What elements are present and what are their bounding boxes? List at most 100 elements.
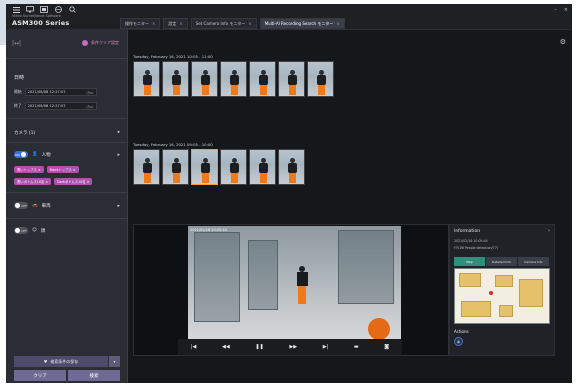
globe-icon[interactable] bbox=[54, 6, 62, 13]
tab-settings[interactable]: 設定 × bbox=[163, 18, 188, 29]
toggle-knob bbox=[15, 228, 21, 233]
close-window-icon[interactable]: × bbox=[564, 7, 568, 13]
close-icon[interactable]: × bbox=[179, 21, 182, 26]
tab-multi-ai-search[interactable]: Multi-AI Recording Search モニター × bbox=[259, 18, 345, 29]
calendar-icon[interactable]: ◷▭ bbox=[86, 104, 93, 109]
person-toggle[interactable]: ON bbox=[14, 151, 28, 158]
rewind-icon[interactable]: ◀◀ bbox=[222, 344, 230, 350]
glass-door bbox=[194, 232, 240, 322]
person-torso bbox=[143, 163, 152, 173]
menu-icon[interactable] bbox=[12, 6, 20, 13]
result-thumbnail[interactable] bbox=[278, 61, 305, 97]
layout-icon[interactable] bbox=[40, 6, 48, 13]
tab-camera-info[interactable]: Camera Info bbox=[518, 257, 549, 266]
result-thumbnail[interactable] bbox=[133, 61, 160, 97]
filter-chip[interactable]: 黒いボトムス10名 × bbox=[14, 178, 52, 185]
result-thumbnail[interactable] bbox=[162, 149, 189, 185]
divider bbox=[6, 192, 128, 193]
search-icon[interactable] bbox=[68, 6, 76, 13]
minimize-icon[interactable]: – bbox=[554, 7, 557, 13]
filter-chip[interactable]: Blackトップス × bbox=[46, 166, 79, 173]
map-pin-icon[interactable] bbox=[489, 291, 493, 295]
search-conditions-panel: |↔| 条件クリア設定 日時 開始 2021/08/08 12:27:07 ◷▭… bbox=[6, 30, 128, 383]
monitor-icon[interactable] bbox=[26, 6, 34, 13]
result-thumbnail[interactable] bbox=[307, 61, 334, 97]
vehicle-toggle[interactable]: OFF bbox=[14, 202, 28, 209]
calendar-icon[interactable]: ◷▭ bbox=[86, 90, 93, 95]
result-thumbnail[interactable] bbox=[249, 61, 276, 97]
skip-end-icon[interactable]: ▶| bbox=[323, 344, 329, 350]
divider bbox=[6, 142, 128, 143]
person-torso bbox=[230, 163, 239, 173]
tab-label: Multi-AI Recording Search モニター bbox=[264, 20, 334, 26]
close-icon[interactable]: × bbox=[152, 21, 155, 26]
skip-start-icon[interactable]: |◀ bbox=[191, 344, 197, 350]
result-thumbnail[interactable] bbox=[162, 61, 189, 97]
info-detection-type: FY108 People detection(T7) bbox=[454, 246, 498, 250]
face-toggle[interactable]: OFF bbox=[14, 227, 28, 234]
close-icon[interactable]: × bbox=[336, 21, 339, 26]
start-datetime-row: 開始 2021/08/08 12:27:07 ◷▭ bbox=[14, 88, 97, 96]
chevron-down-icon[interactable]: ▾ bbox=[109, 356, 120, 367]
map-block bbox=[519, 279, 543, 307]
clear-conditions-link[interactable]: 条件クリア設定 bbox=[82, 40, 119, 46]
person-torso bbox=[143, 75, 152, 85]
start-datetime-field[interactable]: 2021/08/08 12:27:07 ◷▭ bbox=[24, 88, 97, 96]
person-figure bbox=[229, 158, 239, 184]
camera-selector[interactable]: カメラ (1) ▸ bbox=[14, 130, 120, 136]
result-thumbnail[interactable] bbox=[133, 149, 160, 185]
filter-chip[interactable]: 黒いトップス × bbox=[14, 166, 44, 173]
person-legs bbox=[318, 85, 325, 95]
person-icon: 👤 bbox=[32, 152, 38, 157]
search-button[interactable]: 検索 bbox=[68, 370, 120, 381]
tab-detailed-info[interactable]: Detailed Info bbox=[486, 257, 517, 266]
pause-icon[interactable]: ❚❚ bbox=[255, 344, 263, 350]
result-thumbnail[interactable] bbox=[220, 61, 247, 97]
glass-panel bbox=[248, 240, 278, 310]
camera-snapshot-icon[interactable]: ◙ bbox=[384, 344, 389, 350]
partial-person bbox=[368, 318, 390, 339]
video-frame[interactable]: 2021/02/16 10:05:44 bbox=[188, 226, 401, 339]
result-thumbnail[interactable] bbox=[220, 149, 247, 185]
tab-map[interactable]: Map bbox=[454, 257, 485, 266]
person-legs bbox=[260, 85, 267, 95]
person-torso bbox=[317, 75, 326, 85]
result-thumbnail[interactable] bbox=[191, 149, 218, 185]
gear-icon[interactable]: ⚙ bbox=[560, 38, 566, 46]
person-torso bbox=[201, 163, 210, 173]
fast-forward-icon[interactable]: ▶▶ bbox=[289, 344, 297, 350]
tab-label: 設定 bbox=[168, 20, 177, 26]
close-icon[interactable]: × bbox=[248, 21, 251, 26]
person-torso bbox=[288, 163, 297, 173]
tab-label: 操作モニター bbox=[125, 20, 149, 26]
result-thumbnail[interactable] bbox=[191, 61, 218, 97]
close-icon[interactable]: › bbox=[548, 228, 550, 234]
save-conditions-button[interactable]: ♥ 検索条件の保存 bbox=[14, 356, 108, 367]
map-block bbox=[461, 301, 491, 317]
collapse-panel-icon[interactable]: |↔| bbox=[12, 40, 21, 47]
map-block bbox=[495, 275, 513, 287]
person-legs bbox=[202, 173, 209, 183]
filter-chip[interactable]: Darkボトムス10名 × bbox=[54, 178, 93, 185]
result-group-header: Tuesday, February 16, 2021 09:05 - 10:00 bbox=[133, 142, 213, 147]
fullscreen-icon[interactable]: ▬ bbox=[354, 344, 359, 350]
result-thumbnail[interactable] bbox=[249, 149, 276, 185]
end-datetime-field[interactable]: 2021/08/08 12:27:07 ◷▭ bbox=[24, 102, 97, 110]
tab-camera-info[interactable]: Set Camera Info モニター × bbox=[190, 18, 257, 29]
face-icon: ☺ bbox=[32, 228, 37, 233]
floor-map[interactable] bbox=[454, 268, 550, 324]
person-figure bbox=[287, 158, 297, 184]
video-player: 2021/02/16 10:05:44 |◀ ◀◀ ❚❚ ▶▶ ▶| ▬ ◙ bbox=[133, 224, 449, 356]
result-thumbnail[interactable] bbox=[278, 149, 305, 185]
tab-operation-monitor[interactable]: 操作モニター × bbox=[120, 18, 161, 29]
clear-conditions-label: 条件クリア設定 bbox=[91, 40, 119, 45]
chevron-right-icon[interactable]: ▸ bbox=[117, 203, 120, 209]
vendor-label: Video Surveillance Software bbox=[12, 14, 61, 18]
detected-person bbox=[296, 266, 308, 306]
chevron-right-icon[interactable]: ▸ bbox=[117, 152, 120, 158]
person-legs bbox=[231, 85, 238, 95]
clear-button[interactable]: クリア bbox=[14, 370, 66, 381]
action-camera-icon[interactable]: ◉ bbox=[454, 337, 463, 346]
person-figure bbox=[287, 70, 297, 96]
person-legs bbox=[289, 173, 296, 183]
